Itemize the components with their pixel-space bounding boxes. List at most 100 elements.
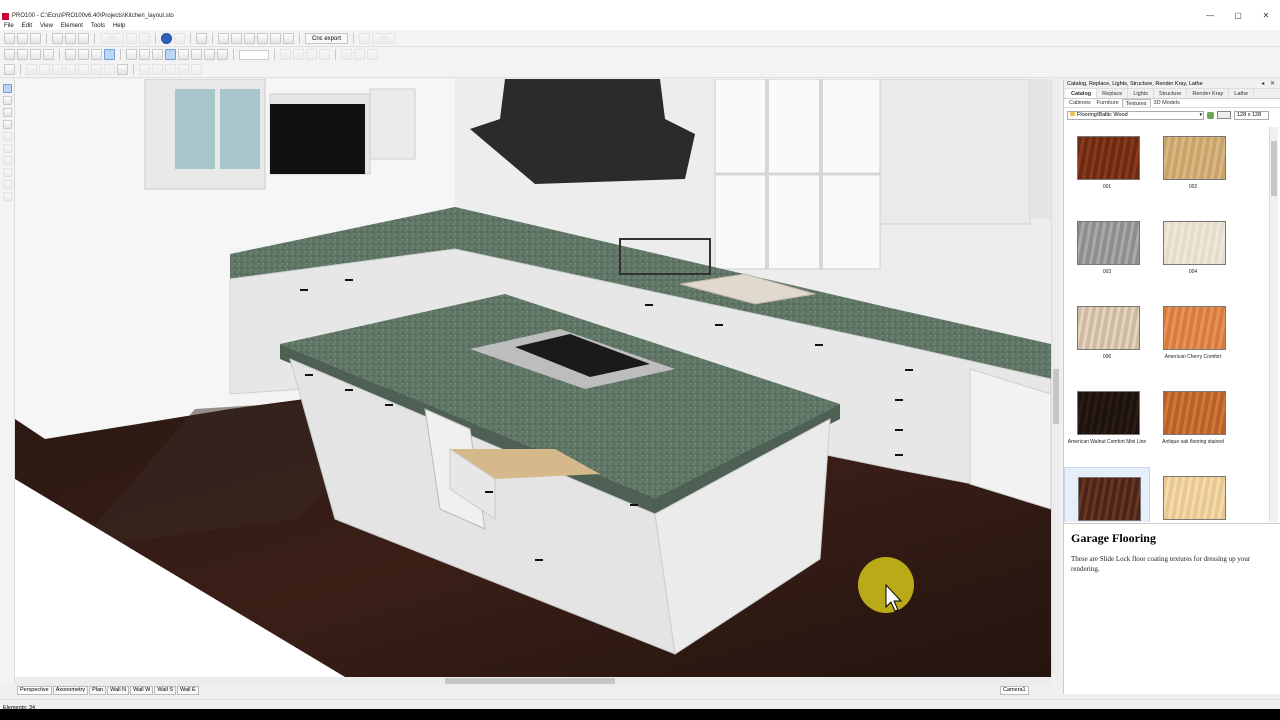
copy-icon[interactable] bbox=[139, 33, 150, 44]
tool-icon[interactable] bbox=[217, 49, 228, 60]
tab-wall-e[interactable]: Wall E bbox=[177, 686, 199, 695]
cnc-export-button[interactable]: Cnc export bbox=[305, 33, 349, 44]
cut-list-icon[interactable] bbox=[257, 33, 268, 44]
distribute-icon[interactable] bbox=[354, 49, 365, 60]
tool-icon[interactable] bbox=[191, 49, 202, 60]
print-icon[interactable] bbox=[65, 33, 76, 44]
texture-item[interactable] bbox=[1064, 467, 1150, 522]
move-icon[interactable] bbox=[52, 64, 63, 75]
subtab-3d-models[interactable]: 3D Models bbox=[1151, 99, 1183, 107]
mirror-icon[interactable] bbox=[91, 64, 102, 75]
save-icon[interactable] bbox=[30, 33, 41, 44]
viewport-vertical-scrollbar[interactable] bbox=[1051, 79, 1060, 677]
menu-view[interactable]: View bbox=[36, 22, 57, 30]
snap-icon[interactable] bbox=[126, 49, 137, 60]
distribute-icon[interactable] bbox=[367, 49, 378, 60]
select-icon[interactable] bbox=[165, 49, 176, 60]
tab-structure[interactable]: Structure bbox=[1154, 89, 1188, 98]
tool-icon[interactable] bbox=[385, 33, 397, 44]
rotate-icon[interactable] bbox=[65, 64, 76, 75]
texture-item[interactable]: 002 bbox=[1150, 127, 1236, 212]
tool-icon[interactable] bbox=[2, 144, 12, 153]
menu-file[interactable]: File bbox=[0, 22, 18, 30]
export-icon[interactable] bbox=[270, 33, 281, 44]
texture-item[interactable]: Antique oak flooring stained bbox=[1150, 382, 1236, 467]
cut-icon[interactable] bbox=[126, 33, 137, 44]
new-file-icon[interactable] bbox=[4, 33, 15, 44]
snap-icon[interactable] bbox=[139, 49, 150, 60]
mirror-icon[interactable] bbox=[104, 64, 115, 75]
refresh-icon[interactable] bbox=[1207, 111, 1214, 119]
tool-icon[interactable] bbox=[359, 33, 371, 44]
texture-item[interactable] bbox=[1150, 467, 1236, 522]
move-icon[interactable] bbox=[26, 64, 37, 75]
render-icon[interactable] bbox=[161, 33, 172, 44]
print-preview-icon[interactable] bbox=[52, 33, 63, 44]
tool-icon[interactable] bbox=[2, 180, 12, 189]
grid-icon[interactable] bbox=[4, 64, 15, 75]
scroll-thumb[interactable] bbox=[1053, 369, 1059, 424]
wireframe-icon[interactable] bbox=[78, 49, 89, 60]
rotate-icon[interactable] bbox=[78, 64, 89, 75]
preview-icon[interactable] bbox=[78, 33, 89, 44]
tool-icon[interactable] bbox=[204, 49, 215, 60]
align-icon[interactable] bbox=[293, 49, 304, 60]
open-folder-icon[interactable] bbox=[17, 33, 28, 44]
tab-render-kray[interactable]: Render Kray bbox=[1187, 89, 1230, 98]
viewport-horizontal-scrollbar[interactable] bbox=[15, 677, 1051, 686]
scroll-thumb[interactable] bbox=[1271, 141, 1277, 196]
textured-icon[interactable] bbox=[104, 49, 115, 60]
box-icon[interactable] bbox=[43, 49, 54, 60]
box-icon[interactable] bbox=[30, 49, 41, 60]
panel-controls[interactable]: ◂ ✕ bbox=[1261, 80, 1277, 87]
thumb-size-select[interactable]: 128 x 128 bbox=[1234, 110, 1269, 120]
menu-element[interactable]: Element bbox=[57, 22, 87, 30]
texture-item[interactable]: 003 bbox=[1064, 212, 1150, 297]
tab-perspective[interactable]: Perspective bbox=[17, 686, 52, 695]
layout-icon[interactable] bbox=[139, 64, 150, 75]
tab-catalog[interactable]: Catalog bbox=[1066, 89, 1098, 98]
menu-edit[interactable]: Edit bbox=[18, 22, 36, 30]
move-icon[interactable] bbox=[39, 64, 50, 75]
menu-tools[interactable]: Tools bbox=[87, 22, 109, 30]
table-icon[interactable] bbox=[231, 33, 242, 44]
settings-icon[interactable] bbox=[174, 33, 185, 44]
scroll-thumb[interactable] bbox=[445, 678, 615, 684]
texture-item[interactable]: 004 bbox=[1150, 212, 1236, 297]
grid-select-icon[interactable] bbox=[2, 96, 12, 105]
view-mode-icon[interactable] bbox=[1217, 111, 1231, 119]
tool-icon[interactable] bbox=[2, 132, 12, 141]
tab-camera[interactable]: Camera1 bbox=[1000, 686, 1029, 695]
subtab-furniture[interactable]: Furniture bbox=[1094, 99, 1122, 107]
layout-icon[interactable] bbox=[191, 64, 202, 75]
zoom-combo[interactable] bbox=[239, 49, 269, 60]
tab-wall-s[interactable]: Wall S bbox=[154, 686, 177, 695]
close-button[interactable]: ✕ bbox=[1252, 10, 1280, 22]
tab-wall-w[interactable]: Wall W bbox=[130, 686, 154, 695]
paint-icon[interactable] bbox=[2, 120, 12, 129]
texture-item[interactable]: 006 bbox=[1064, 297, 1150, 382]
tool-icon[interactable] bbox=[2, 192, 12, 201]
sheet-icon[interactable] bbox=[244, 33, 255, 44]
pointer-icon[interactable] bbox=[2, 84, 12, 93]
tool-icon[interactable] bbox=[178, 49, 189, 60]
menu-help[interactable]: Help bbox=[109, 22, 129, 30]
subtab-cabinets[interactable]: Cabinets bbox=[1066, 99, 1094, 107]
layout-icon[interactable] bbox=[178, 64, 189, 75]
sum-icon[interactable] bbox=[283, 33, 294, 44]
dimension-icon[interactable] bbox=[2, 108, 12, 117]
box-icon[interactable] bbox=[17, 49, 28, 60]
align-icon[interactable] bbox=[306, 49, 317, 60]
align-icon[interactable] bbox=[280, 49, 291, 60]
undo-icon[interactable] bbox=[100, 33, 111, 44]
align-icon[interactable] bbox=[319, 49, 330, 60]
texture-item[interactable]: American Walnut Comfort Mini Line bbox=[1064, 382, 1150, 467]
texture-grid-scrollbar[interactable] bbox=[1269, 127, 1278, 522]
tab-wall-n[interactable]: Wall N bbox=[107, 686, 130, 695]
texture-item[interactable]: American Cherry Comfort bbox=[1150, 297, 1236, 382]
maximize-button[interactable]: ▢ bbox=[1224, 10, 1252, 22]
tool-icon[interactable] bbox=[2, 156, 12, 165]
eye-icon[interactable] bbox=[152, 49, 163, 60]
delete-icon[interactable] bbox=[117, 64, 128, 75]
layout-icon[interactable] bbox=[165, 64, 176, 75]
